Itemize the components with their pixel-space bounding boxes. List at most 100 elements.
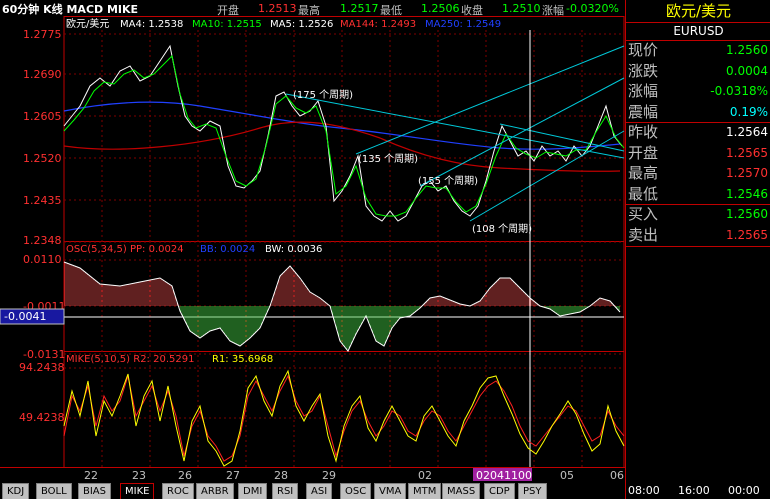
quote-row: 卖出 1.2565 <box>626 225 770 245</box>
quote-label: 最低 <box>628 184 659 203</box>
legend-symbol: 欧元/美元 <box>66 17 109 30</box>
price-ytick: 1.2520 <box>23 152 62 165</box>
quote-row: 涨跌 0.0004 <box>626 61 770 81</box>
price-ma-line <box>63 44 623 222</box>
tab-boll[interactable]: BOLL <box>36 483 72 499</box>
mike-ytick: 49.4238 <box>19 411 65 424</box>
x-tick: 28 <box>274 469 288 481</box>
legend-mike: MIKE(5,10,5) R2: 20.5291 <box>66 354 194 365</box>
quote-row: 昨收 1.2564 <box>626 122 770 142</box>
price-ytick: 1.2435 <box>23 194 62 207</box>
chart-area[interactable]: 欧元/美元 MA4: 1.2538 MA10: 1.2515 MA5: 1.25… <box>0 16 625 481</box>
quote-row: 买入 1.2560 <box>626 204 770 224</box>
legend-ma144: MA144: 1.2493 <box>340 19 416 30</box>
tab-vma[interactable]: VMA <box>374 483 407 499</box>
tab-mass[interactable]: MASS <box>442 483 481 499</box>
tab-rsi[interactable]: RSI <box>272 483 299 499</box>
change-value: -0.0320% <box>566 2 619 15</box>
x-axis: 22 23 26 27 28 29 02 05 06 <box>84 469 624 481</box>
x-tick: 29 <box>322 469 336 481</box>
tab-cdp[interactable]: CDP <box>484 483 515 499</box>
x-tick: 26 <box>178 469 192 481</box>
panel-frames <box>0 16 625 468</box>
price-ytick: 1.2775 <box>23 28 62 41</box>
quote-name: 欧元/美元 <box>626 0 770 23</box>
period-label: (135 个周期) <box>358 153 418 165</box>
quote-value: 1.2560 <box>726 43 768 57</box>
open-value: 1.2513 <box>258 2 297 15</box>
low-value: 1.2506 <box>421 2 460 15</box>
legend-r1: R1: 35.6968 <box>212 354 273 365</box>
time-label: 00:00 <box>728 484 760 497</box>
price-ytick: 1.2605 <box>23 110 62 123</box>
quote-value: 1.2560 <box>726 207 768 221</box>
x-tick: 23 <box>132 469 146 481</box>
tab-asi[interactable]: ASI <box>306 483 333 499</box>
legend-ma10: MA10: 1.2515 <box>192 19 262 30</box>
legend-ma4: MA4: 1.2538 <box>120 19 183 30</box>
time-label: 16:00 <box>678 484 710 497</box>
quote-row: 最低 1.2546 <box>626 184 770 204</box>
quote-value: 0.19% <box>729 104 768 119</box>
x-tick: 06 <box>610 469 624 481</box>
tab-psy[interactable]: PSY <box>518 483 547 499</box>
tab-arbr[interactable]: ARBR <box>196 483 234 499</box>
high-value: 1.2517 <box>340 2 379 15</box>
quote-label: 开盘 <box>628 143 659 162</box>
quote-panel: 欧元/美元 EURUSD 现价 1.2560 涨跌 0.0004 涨幅 -0.0318% 震… <box>625 0 770 499</box>
tab-mtm[interactable]: MTM <box>408 483 442 499</box>
quote-value: -0.0318% <box>710 84 768 98</box>
quote-value: 1.2565 <box>726 227 768 242</box>
tab-dmi[interactable]: DMI <box>238 483 268 499</box>
osc-ytick: 0.0110 <box>23 253 62 266</box>
quote-label: 现价 <box>628 41 659 59</box>
legend-osc: OSC(5,34,5) PP: 0.0024 <box>66 244 184 255</box>
price-ytick: 1.2690 <box>23 68 62 81</box>
period-label: (155 个周期) <box>418 175 478 187</box>
mike-ytick: 94.2438 <box>19 361 65 374</box>
x-tick: 02 <box>418 469 432 481</box>
close-value: 1.2510 <box>502 2 541 15</box>
quote-row: 震幅 0.19% <box>626 102 770 122</box>
quote-row: 现价 1.2560 <box>626 40 770 60</box>
x-tick: 05 <box>560 469 574 481</box>
tab-roc[interactable]: ROC <box>162 483 194 499</box>
quote-row: 开盘 1.2565 <box>626 143 770 163</box>
quote-label: 最高 <box>628 164 659 182</box>
quote-label: 震幅 <box>628 102 659 121</box>
period-annotations: (175 个周期) (135 个周期) (155 个周期) (108 个周期) <box>293 89 532 235</box>
osc-ytick: -0.0131 <box>23 348 65 361</box>
time-label: 08:00 <box>628 484 660 497</box>
tab-mike[interactable]: MIKE <box>120 483 155 499</box>
header-bar: 60分钟 K线 MACD MIKE 开盘 1.2513 最高 1.2517 最低… <box>0 0 625 17</box>
legend-bb: BB: 0.0024 <box>200 244 255 255</box>
period-label: (175 个周期) <box>293 89 353 101</box>
quote-row: 涨幅 -0.0318% <box>626 81 770 101</box>
tab-kdj[interactable]: KDJ <box>2 483 30 499</box>
quote-value: 0.0004 <box>726 63 768 78</box>
quote-label: 买入 <box>628 205 659 223</box>
time-axis: 08:00 16:00 00:00 <box>625 481 770 499</box>
quote-label: 卖出 <box>628 225 659 244</box>
x-tick: 27 <box>226 469 240 481</box>
trend-lines <box>285 45 625 222</box>
legend-ma250: MA250: 1.2549 <box>425 19 501 30</box>
quote-value: 1.2546 <box>726 186 768 201</box>
tab-bias[interactable]: BIAS <box>78 483 111 499</box>
quote-code: EURUSD <box>626 22 770 41</box>
osc-current-value: -0.0041 <box>4 310 46 323</box>
quote-row: 最高 1.2570 <box>626 163 770 183</box>
quote-value: 1.2565 <box>726 145 768 160</box>
chart-title: 60分钟 K线 MACD MIKE <box>2 3 139 16</box>
quote-label: 涨跌 <box>628 61 659 80</box>
quote-label: 涨幅 <box>628 82 659 100</box>
legend-ma5: MA5: 1.2526 <box>270 19 333 30</box>
quote-label: 昨收 <box>628 123 659 141</box>
legend-bw: BW: 0.0036 <box>265 244 322 255</box>
cursor-date-label: 02041100 <box>476 469 532 481</box>
price-ytick: 1.2348 <box>23 234 62 247</box>
period-label: (108 个周期) <box>472 223 532 235</box>
mike-yaxis: 94.2438 49.4238 <box>19 361 65 424</box>
tab-osc[interactable]: OSC <box>340 483 372 499</box>
price-yaxis: 1.2775 1.2690 1.2605 1.2520 1.2435 1.234… <box>23 28 62 247</box>
